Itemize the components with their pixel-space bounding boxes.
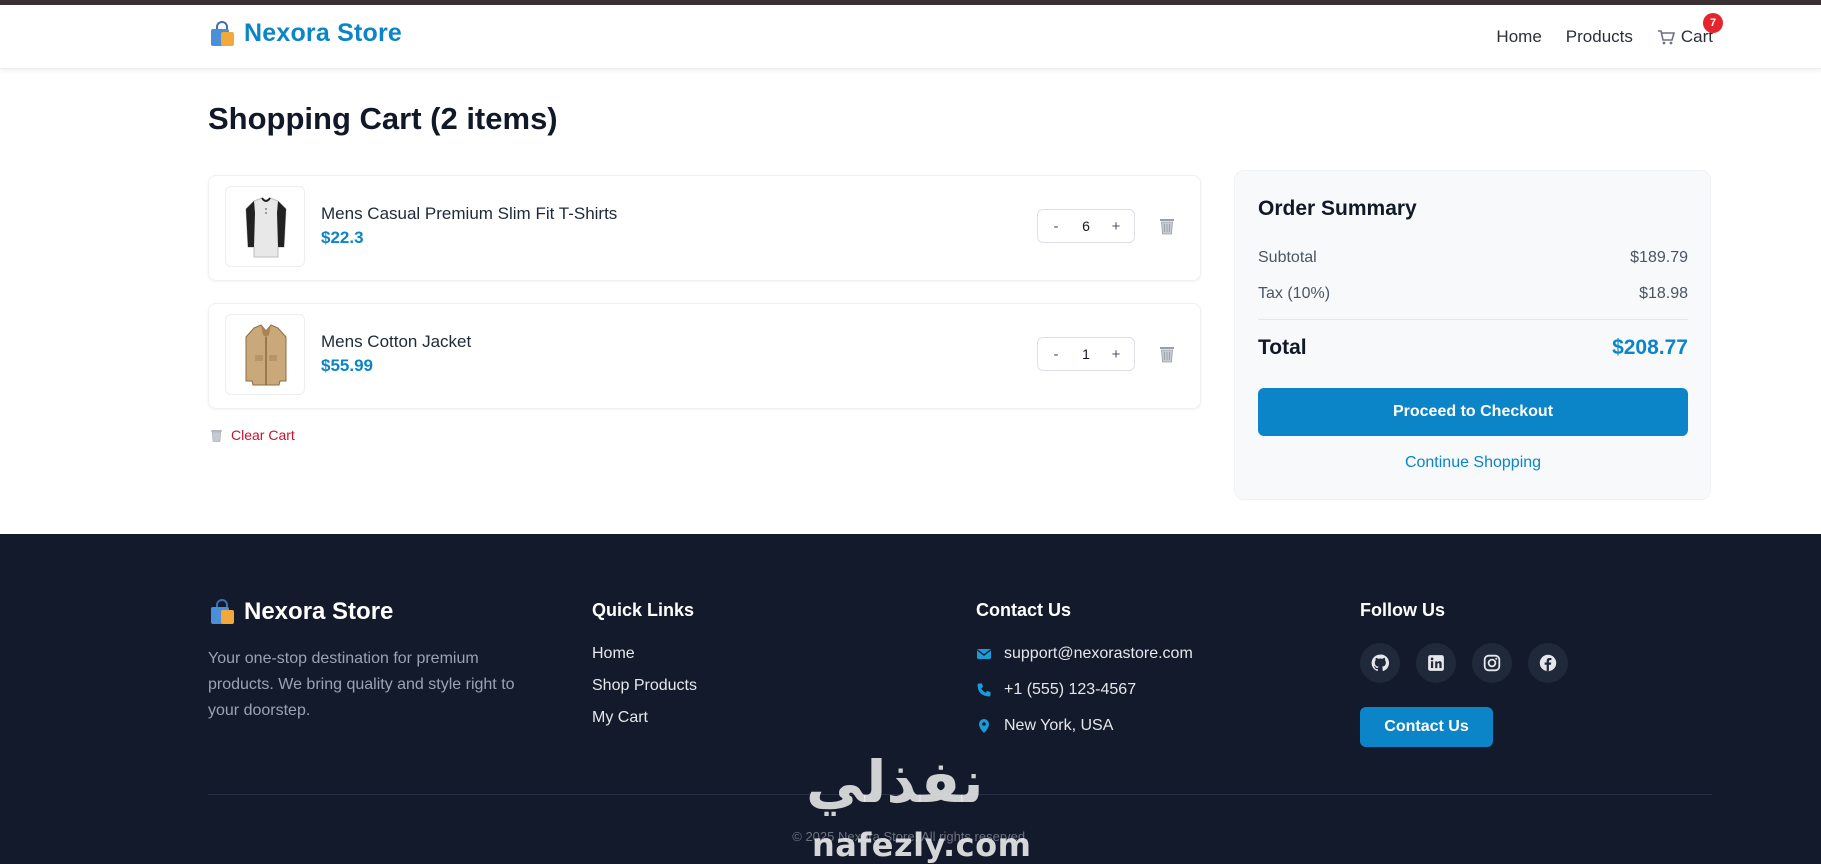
- subtotal-label: Subtotal: [1258, 249, 1317, 266]
- site-footer: Nexora Store Your one-stop destination f…: [0, 534, 1821, 864]
- quantity-stepper: - 1 +: [1037, 337, 1135, 371]
- brand-logo-link[interactable]: Nexora Store: [208, 19, 402, 48]
- subtotal-row: Subtotal $189.79: [1258, 249, 1688, 267]
- quantity-stepper: - 6 +: [1037, 209, 1135, 243]
- trash-icon: [211, 429, 222, 442]
- page-title: Shopping Cart (2 items): [208, 101, 558, 136]
- cart-count-badge: 7: [1703, 13, 1723, 33]
- cart-item: Mens Casual Premium Slim Fit T-Shirts $2…: [208, 175, 1201, 281]
- map-pin-icon: [979, 719, 989, 733]
- brand-name: Nexora Store: [244, 19, 403, 47]
- linkedin-icon[interactable]: [1416, 643, 1456, 683]
- follow-us-title: Follow Us: [1360, 600, 1445, 620]
- item-name[interactable]: Mens Cotton Jacket: [321, 332, 471, 352]
- footer-brand: Nexora Store: [208, 598, 393, 626]
- cart-item: Mens Cotton Jacket $55.99 - 1 +: [208, 303, 1201, 409]
- item-price: $22.3: [321, 228, 364, 247]
- contact-email[interactable]: support@nexorastore.com: [1004, 645, 1193, 663]
- footer-divider: [208, 794, 1712, 795]
- item-name[interactable]: Mens Casual Premium Slim Fit T-Shirts: [321, 204, 617, 224]
- copyright-text: © 2025 Nexora Store. All rights reserved…: [792, 829, 1029, 844]
- total-label: Total: [1258, 336, 1307, 359]
- item-price: $55.99: [321, 356, 373, 375]
- quick-links-list: Home Shop Products My Cart: [592, 644, 697, 728]
- increase-quantity-button[interactable]: +: [1108, 218, 1124, 235]
- product-image-jacket[interactable]: [225, 314, 305, 395]
- nav-products[interactable]: Products: [1566, 27, 1633, 47]
- site-header: Nexora Store Home Products Cart 7: [0, 5, 1821, 69]
- shopping-bag-icon: [211, 599, 234, 624]
- nav-cart[interactable]: Cart 7: [1657, 13, 1723, 47]
- nav-home[interactable]: Home: [1496, 27, 1541, 47]
- contact-phone-row: +1 (555) 123-4567: [976, 680, 1193, 700]
- contact-title: Contact Us: [976, 600, 1072, 620]
- quantity-value: 6: [1082, 218, 1090, 234]
- instagram-icon[interactable]: [1472, 643, 1512, 683]
- phone-icon: [977, 683, 991, 697]
- github-icon[interactable]: [1360, 643, 1400, 683]
- contact-email-row: support@nexorastore.com: [976, 644, 1193, 664]
- order-summary-title: Order Summary: [1258, 197, 1417, 220]
- social-links: [1360, 643, 1568, 683]
- tax-row: Tax (10%) $18.98: [1258, 285, 1688, 303]
- decrease-quantity-button[interactable]: -: [1048, 346, 1064, 363]
- quick-links-title: Quick Links: [592, 600, 695, 620]
- contact-list: support@nexorastore.com +1 (555) 123-456…: [976, 644, 1193, 736]
- contact-location-row: New York, USA: [976, 716, 1193, 736]
- total-row: Total $208.77: [1258, 336, 1688, 360]
- total-value: $208.77: [1612, 336, 1688, 359]
- footer-brand-name: Nexora Store: [244, 598, 394, 625]
- quantity-value: 1: [1082, 346, 1090, 362]
- remove-item-trash-icon[interactable]: [1157, 216, 1177, 236]
- contact-location: New York, USA: [1004, 717, 1114, 734]
- footer-link-my-cart[interactable]: My Cart: [592, 708, 697, 728]
- decrease-quantity-button[interactable]: -: [1048, 218, 1064, 235]
- clear-cart-label: Clear Cart: [231, 427, 295, 443]
- envelope-icon: [977, 649, 991, 659]
- order-summary-panel: Order Summary Subtotal $189.79 Tax (10%)…: [1234, 170, 1711, 500]
- footer-link-shop-products[interactable]: Shop Products: [592, 676, 697, 696]
- shopping-bag-icon: [208, 20, 236, 47]
- cart-icon: [1657, 30, 1675, 45]
- clear-cart-button[interactable]: Clear Cart: [209, 427, 295, 443]
- footer-link-home[interactable]: Home: [592, 644, 697, 664]
- summary-divider: [1258, 319, 1688, 320]
- footer-about-text: Your one-stop destination for premium pr…: [208, 650, 515, 719]
- proceed-to-checkout-button[interactable]: Proceed to Checkout: [1258, 388, 1688, 436]
- contact-us-button[interactable]: Contact Us: [1360, 707, 1493, 747]
- contact-phone[interactable]: +1 (555) 123-4567: [1004, 681, 1136, 699]
- subtotal-value: $189.79: [1630, 249, 1688, 266]
- remove-item-trash-icon[interactable]: [1157, 344, 1177, 364]
- top-nav: Home Products Cart 7: [1496, 13, 1723, 47]
- tax-label: Tax (10%): [1258, 285, 1331, 302]
- increase-quantity-button[interactable]: +: [1108, 346, 1124, 363]
- facebook-icon[interactable]: [1528, 643, 1568, 683]
- cart-item-list: Mens Casual Premium Slim Fit T-Shirts $2…: [208, 175, 1201, 431]
- product-image-tshirt[interactable]: [225, 186, 305, 267]
- continue-shopping-link[interactable]: Continue Shopping: [1258, 454, 1688, 472]
- tax-value: $18.98: [1639, 285, 1688, 302]
